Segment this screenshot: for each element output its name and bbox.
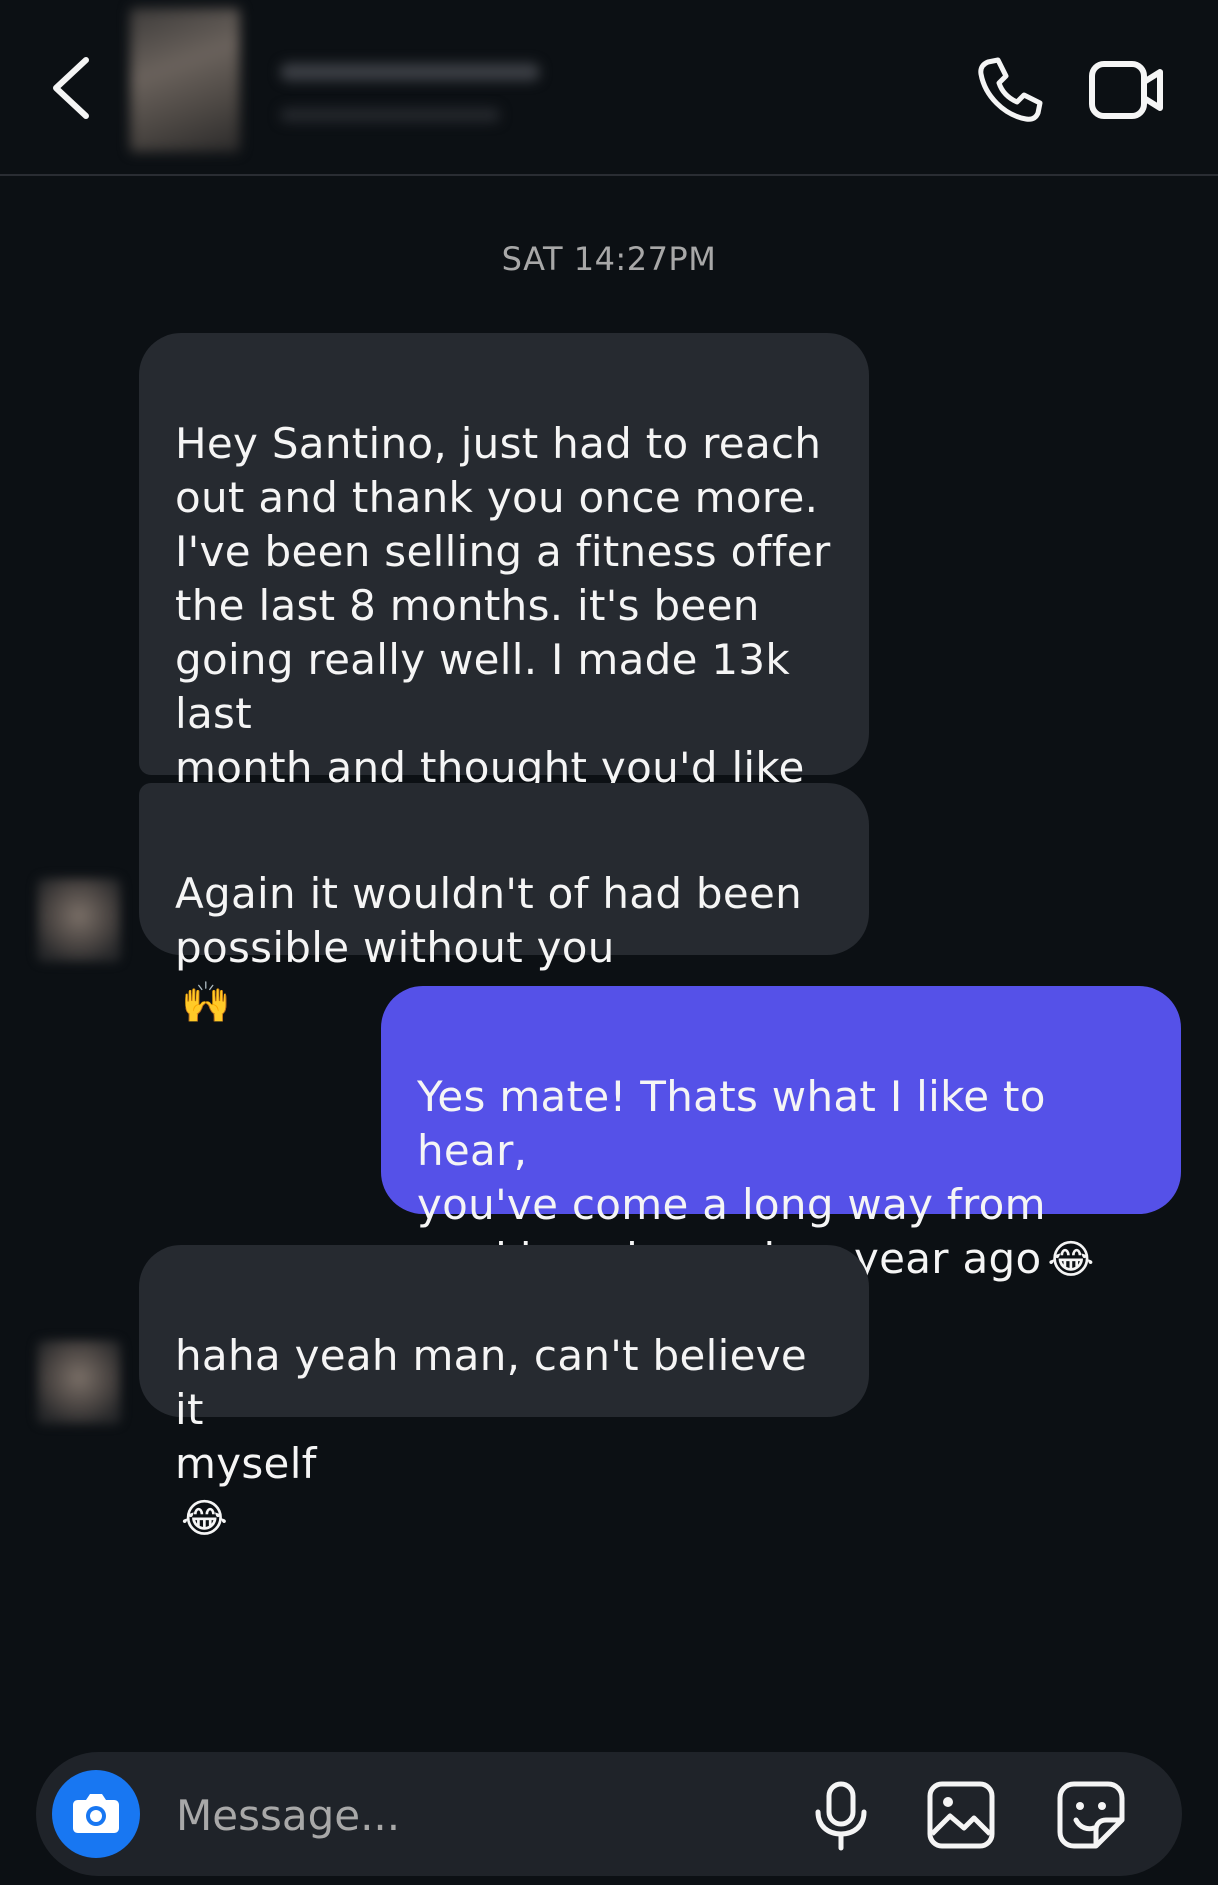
voice-message-button[interactable] xyxy=(806,1780,876,1852)
chat-header xyxy=(0,0,1218,176)
contact-name-redacted xyxy=(280,63,540,81)
contact-avatar xyxy=(130,8,240,152)
sticker-button[interactable] xyxy=(1056,1780,1126,1850)
contact-info-redacted[interactable] xyxy=(130,8,560,152)
sticker-icon xyxy=(1057,1781,1125,1849)
video-call-button[interactable] xyxy=(1088,56,1166,124)
sender-avatar[interactable] xyxy=(37,878,121,962)
gallery-button[interactable] xyxy=(926,1780,996,1850)
sender-avatar[interactable] xyxy=(37,1340,121,1424)
tears-of-joy-emoji: 😂 xyxy=(1047,1237,1095,1283)
microphone-icon xyxy=(815,1781,867,1851)
audio-call-button[interactable] xyxy=(974,54,1046,126)
message-composer xyxy=(36,1752,1182,1876)
image-gallery-icon xyxy=(927,1781,995,1849)
phone-icon xyxy=(978,57,1043,122)
outgoing-message[interactable]: Yes mate! Thats what I like to hear, you… xyxy=(381,986,1181,1283)
message-input[interactable] xyxy=(174,1782,798,1848)
incoming-message[interactable]: haha yeah man, can't believe it myself 😂 xyxy=(139,1245,869,1542)
incoming-message[interactable]: Hey Santino, just had to reach out and t… xyxy=(139,333,869,900)
raising-hands-emoji: 🙌 xyxy=(181,980,232,1026)
message-text: haha yeah man, can't believe it myself xyxy=(175,1331,808,1488)
message-timestamp: SAT 14:27PM xyxy=(501,240,717,278)
camera-button[interactable] xyxy=(52,1770,140,1858)
message-text: Again it wouldn't of had been possible w… xyxy=(175,869,803,972)
back-button[interactable] xyxy=(44,52,104,124)
video-camera-icon xyxy=(1089,61,1163,119)
contact-username-redacted xyxy=(280,108,500,122)
chevron-left-icon xyxy=(53,57,89,119)
incoming-message[interactable]: Again it wouldn't of had been possible w… xyxy=(139,783,869,1026)
camera-icon xyxy=(73,1794,119,1833)
tears-of-joy-emoji: 😂 xyxy=(181,1496,229,1542)
